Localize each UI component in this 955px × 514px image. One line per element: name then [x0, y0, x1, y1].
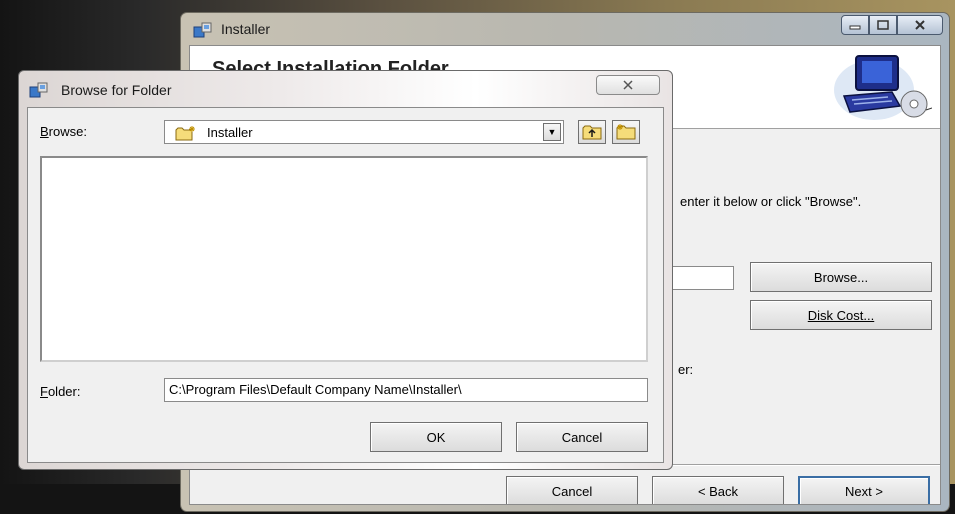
folder-label: Folder:: [40, 384, 81, 399]
new-folder-button[interactable]: [612, 120, 640, 144]
browse-location-combobox[interactable]: Installer ▼: [164, 120, 564, 144]
installer-cancel-button-label: Cancel: [551, 483, 593, 499]
chevron-down-icon[interactable]: ▼: [543, 123, 561, 141]
browse-label: Browse:: [40, 124, 87, 139]
close-icon: [623, 80, 633, 90]
back-button[interactable]: < Back: [652, 476, 784, 504]
installer-install-for-label: er:: [678, 362, 694, 377]
ok-button[interactable]: OK: [370, 422, 502, 452]
browse-cancel-button-label: Cancel: [561, 429, 603, 445]
folder-list-view[interactable]: [40, 156, 648, 362]
browse-dialog-title: Browse for Folder: [61, 82, 172, 98]
minimize-icon: [849, 25, 861, 30]
up-one-level-button[interactable]: [578, 120, 606, 144]
browse-for-folder-dialog: Browse for Folder Browse: Installer ▼ Fo…: [18, 70, 673, 470]
browse-dialog-client-area: Browse: Installer ▼ Folder: C:\Program F…: [27, 107, 664, 463]
computer-cd-icon: [834, 55, 932, 120]
browse-cancel-button[interactable]: Cancel: [516, 422, 648, 452]
next-button[interactable]: Next >: [798, 476, 930, 504]
installer-package-icon: [29, 82, 48, 98]
close-icon: [915, 20, 925, 30]
ok-button-label: OK: [426, 429, 446, 445]
next-button-label: Next >: [845, 483, 883, 499]
installer-title: Installer: [221, 21, 271, 37]
installer-package-icon: [193, 22, 212, 38]
installer-titlebar[interactable]: Installer: [181, 13, 949, 47]
browse-dialog-titlebar[interactable]: Browse for Folder: [19, 71, 672, 107]
maximize-button[interactable]: [869, 15, 897, 35]
close-button[interactable]: [897, 15, 943, 35]
up-one-level-icon: [582, 125, 602, 140]
installer-cancel-button[interactable]: Cancel: [506, 476, 638, 504]
minimize-button[interactable]: [841, 15, 869, 35]
disk-cost-button-label: Disk Cost...: [807, 307, 875, 323]
folder-open-icon: [175, 126, 195, 141]
disk-cost-button[interactable]: Disk Cost...: [750, 300, 932, 330]
browse-location-value: Installer: [207, 125, 253, 140]
installer-instruction-text: enter it below or click "Browse".: [680, 194, 862, 209]
new-folder-icon: [616, 124, 636, 140]
back-button-label: < Back: [697, 483, 739, 499]
installer-caption-buttons: [841, 15, 943, 37]
installer-browse-button[interactable]: Browse...: [750, 262, 932, 292]
installer-browse-button-label: Browse...: [813, 269, 869, 285]
folder-path-input[interactable]: C:\Program Files\Default Company Name\In…: [164, 378, 648, 402]
browse-dialog-close-button[interactable]: [596, 75, 660, 95]
maximize-icon: [877, 20, 889, 30]
